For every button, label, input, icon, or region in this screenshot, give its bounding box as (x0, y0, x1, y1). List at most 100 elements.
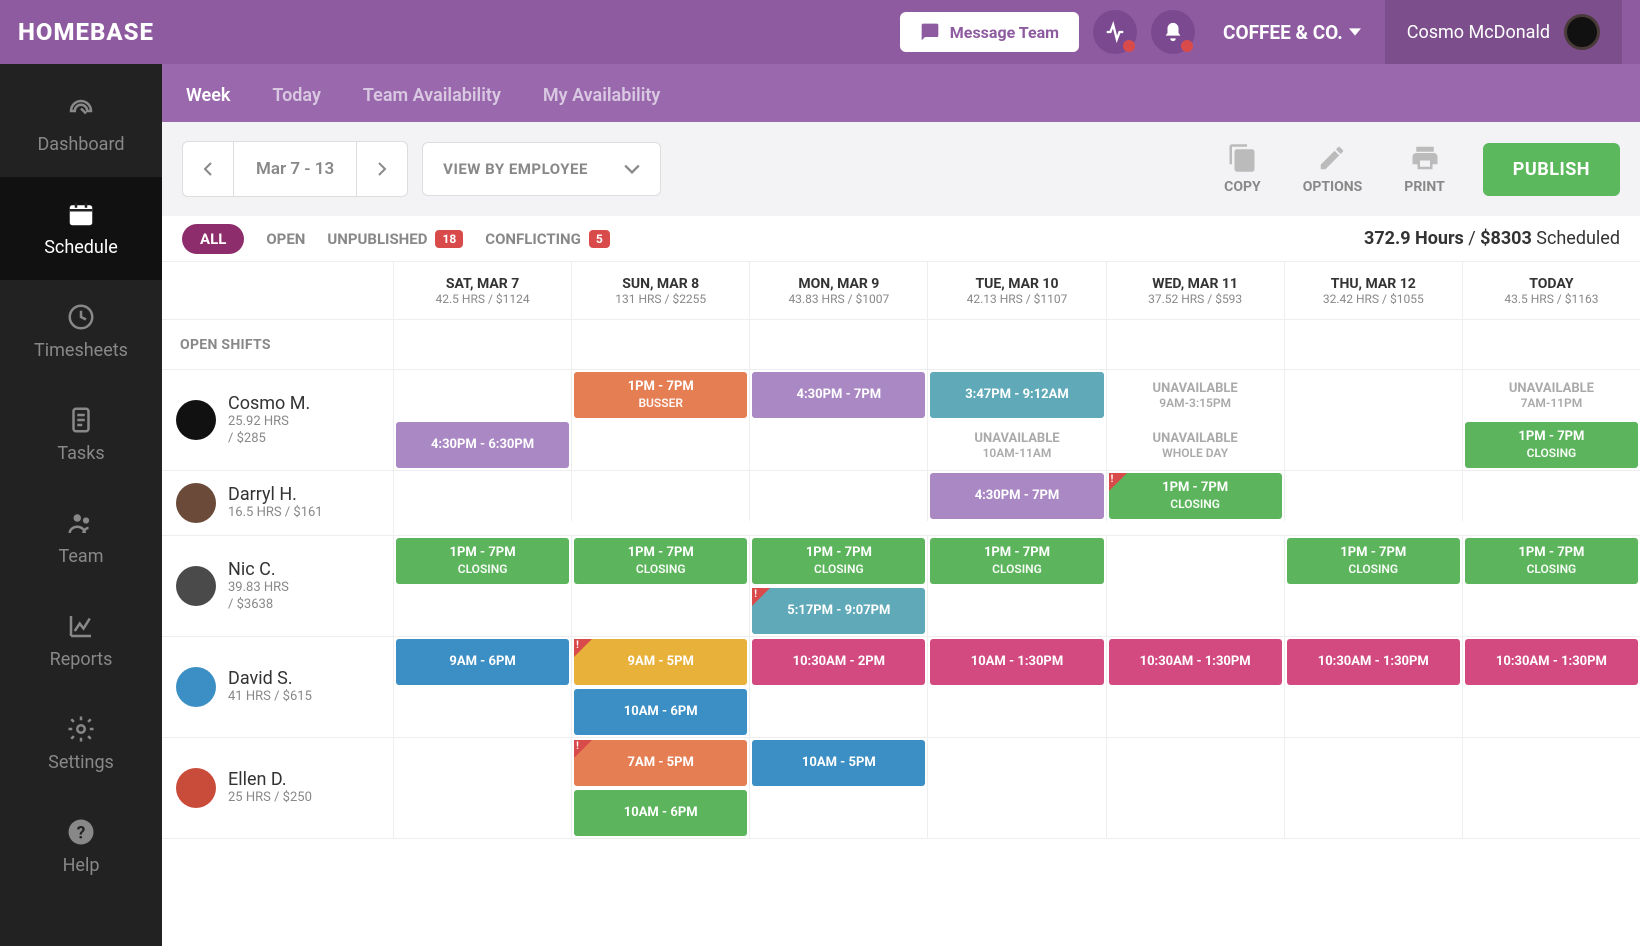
tab-team-availability[interactable]: Team Availability (359, 69, 505, 122)
schedule-cell[interactable] (572, 471, 750, 521)
schedule-cell[interactable] (1463, 471, 1640, 521)
shift-block[interactable]: 1PM - 7PMBUSSER (574, 372, 747, 418)
schedule-cell[interactable] (1463, 738, 1640, 788)
shift-block[interactable]: 1PM - 7PMCLOSING (1109, 473, 1282, 519)
schedule-cell[interactable]: 1PM - 7PMCLOSING (572, 536, 750, 586)
schedule-cell[interactable] (394, 738, 572, 788)
shift-block[interactable]: 10:30AM - 1:30PM (1109, 639, 1282, 685)
company-selector[interactable]: COFFEE & CO. (1223, 21, 1361, 44)
schedule-cell[interactable] (1107, 788, 1285, 838)
schedule-cell[interactable]: 1PM - 7PMCLOSING (1463, 420, 1640, 470)
sidebar-item-timesheets[interactable]: Timesheets (0, 280, 162, 383)
schedule-cell[interactable] (1285, 738, 1463, 788)
next-week-button[interactable] (357, 142, 407, 196)
date-range-button[interactable]: Mar 7 - 13 (233, 142, 357, 196)
schedule-cell[interactable]: 1PM - 7PMCLOSING (1107, 471, 1285, 521)
schedule-cell[interactable]: 9AM - 5PM (572, 637, 750, 687)
employee-cell[interactable]: Nic C. 39.83 HRS/ $3638 (162, 536, 394, 636)
schedule-cell[interactable] (1285, 471, 1463, 521)
schedule-cell[interactable] (928, 687, 1106, 737)
prev-week-button[interactable] (183, 142, 233, 196)
view-by-dropdown[interactable]: VIEW BY EMPLOYEE (422, 142, 661, 196)
schedule-cell[interactable]: UNAVAILABLEWHOLE DAY (1107, 420, 1285, 470)
sidebar-item-tasks[interactable]: Tasks (0, 383, 162, 486)
schedule-cell[interactable] (1107, 586, 1285, 636)
schedule-cell[interactable] (1463, 586, 1640, 636)
user-menu[interactable]: Cosmo McDonald (1385, 0, 1622, 64)
day-header[interactable]: MON, MAR 9 43.83 HRS / $1007 (750, 262, 928, 319)
schedule-cell[interactable] (928, 738, 1106, 788)
schedule-cell[interactable] (750, 687, 928, 737)
schedule-cell[interactable]: 4:30PM - 7PM (928, 471, 1106, 521)
day-header[interactable]: WED, MAR 11 37.52 HRS / $593 (1107, 262, 1285, 319)
schedule-cell[interactable] (750, 471, 928, 521)
shift-block[interactable]: 10:30AM - 1:30PM (1465, 639, 1638, 685)
shift-block[interactable]: 3:47PM - 9:12AM (930, 372, 1103, 418)
shift-block[interactable]: 10AM - 1:30PM (930, 639, 1103, 685)
schedule-cell[interactable]: 4:30PM - 6:30PM (394, 420, 572, 470)
filter-all[interactable]: ALL (182, 224, 244, 254)
schedule-cell[interactable] (1107, 687, 1285, 737)
schedule-cell[interactable]: UNAVAILABLE9AM-3:15PM (1107, 370, 1285, 420)
sidebar-item-settings[interactable]: Settings (0, 692, 162, 795)
publish-button[interactable]: PUBLISH (1483, 143, 1620, 196)
day-header[interactable]: SUN, MAR 8 131 HRS / $2255 (572, 262, 750, 319)
employee-cell[interactable]: Darryl H. 16.5 HRS / $161 (162, 471, 394, 535)
shift-block[interactable]: 1PM - 7PMCLOSING (396, 538, 569, 584)
shift-block[interactable]: 5:17PM - 9:07PM (752, 588, 925, 634)
schedule-cell[interactable] (1285, 420, 1463, 470)
shift-block[interactable]: 4:30PM - 7PM (930, 473, 1103, 519)
shift-block[interactable]: 7AM - 5PM (574, 740, 747, 786)
sidebar-item-schedule[interactable]: Schedule (0, 177, 162, 280)
day-header[interactable]: THU, MAR 12 32.42 HRS / $1055 (1285, 262, 1463, 319)
schedule-cell[interactable] (1107, 536, 1285, 586)
schedule-cell[interactable]: UNAVAILABLE7AM-11PM (1463, 370, 1640, 420)
sidebar-item-team[interactable]: Team (0, 486, 162, 589)
shift-block[interactable]: 1PM - 7PMCLOSING (1465, 422, 1638, 468)
employee-cell[interactable]: David S. 41 HRS / $615 (162, 637, 394, 737)
schedule-cell[interactable] (928, 788, 1106, 838)
tab-today[interactable]: Today (268, 69, 325, 122)
shift-block[interactable]: 10AM - 6PM (574, 790, 747, 836)
tab-week[interactable]: Week (182, 69, 234, 122)
shift-block[interactable]: 1PM - 7PMCLOSING (930, 538, 1103, 584)
schedule-cell[interactable]: 10AM - 6PM (572, 788, 750, 838)
shift-block[interactable]: 1PM - 7PMCLOSING (574, 538, 747, 584)
schedule-cell[interactable] (928, 586, 1106, 636)
notifications-button[interactable] (1151, 10, 1195, 54)
schedule-cell[interactable] (1463, 687, 1640, 737)
shift-block[interactable]: 10AM - 5PM (752, 740, 925, 786)
shift-block[interactable]: 1PM - 7PMCLOSING (1287, 538, 1460, 584)
filter-open[interactable]: OPEN (266, 230, 305, 248)
options-button[interactable]: OPTIONS (1289, 143, 1377, 195)
day-header[interactable]: TODAY 43.5 HRS / $1163 (1463, 262, 1640, 319)
schedule-cell[interactable] (750, 420, 928, 470)
schedule-cell[interactable]: 1PM - 7PMCLOSING (928, 536, 1106, 586)
schedule-cell[interactable]: 3:47PM - 9:12AM (928, 370, 1106, 420)
schedule-cell[interactable]: 1PM - 7PMCLOSING (1285, 536, 1463, 586)
shift-block[interactable]: 9AM - 5PM (574, 639, 747, 685)
schedule-cell[interactable]: 1PM - 7PMCLOSING (1463, 536, 1640, 586)
shift-block[interactable]: 10:30AM - 1:30PM (1287, 639, 1460, 685)
sidebar-item-reports[interactable]: Reports (0, 589, 162, 692)
schedule-cell[interactable]: 10:30AM - 1:30PM (1285, 637, 1463, 687)
schedule-cell[interactable]: 10AM - 1:30PM (928, 637, 1106, 687)
shift-block[interactable]: 1PM - 7PMCLOSING (752, 538, 925, 584)
print-button[interactable]: PRINT (1390, 143, 1458, 195)
schedule-cell[interactable]: 7AM - 5PM (572, 738, 750, 788)
shift-block[interactable]: 9AM - 6PM (396, 639, 569, 685)
filter-unpublished[interactable]: UNPUBLISHED 18 (327, 230, 463, 248)
sidebar-item-help[interactable]: ? Help (0, 795, 162, 898)
schedule-cell[interactable]: 10:30AM - 1:30PM (1107, 637, 1285, 687)
employee-cell[interactable]: Cosmo M. 25.92 HRS/ $285 (162, 370, 394, 470)
shift-block[interactable]: 10AM - 6PM (574, 689, 747, 735)
message-team-button[interactable]: Message Team (900, 12, 1079, 52)
schedule-cell[interactable] (1285, 586, 1463, 636)
schedule-cell[interactable]: 1PM - 7PMBUSSER (572, 370, 750, 420)
schedule-cell[interactable]: 4:30PM - 7PM (750, 370, 928, 420)
shift-block[interactable]: 10:30AM - 2PM (752, 639, 925, 685)
filter-conflicting[interactable]: CONFLICTING 5 (485, 230, 609, 248)
schedule-cell[interactable] (394, 370, 572, 420)
schedule-cell[interactable] (394, 586, 572, 636)
day-header[interactable]: TUE, MAR 10 42.13 HRS / $1107 (928, 262, 1106, 319)
